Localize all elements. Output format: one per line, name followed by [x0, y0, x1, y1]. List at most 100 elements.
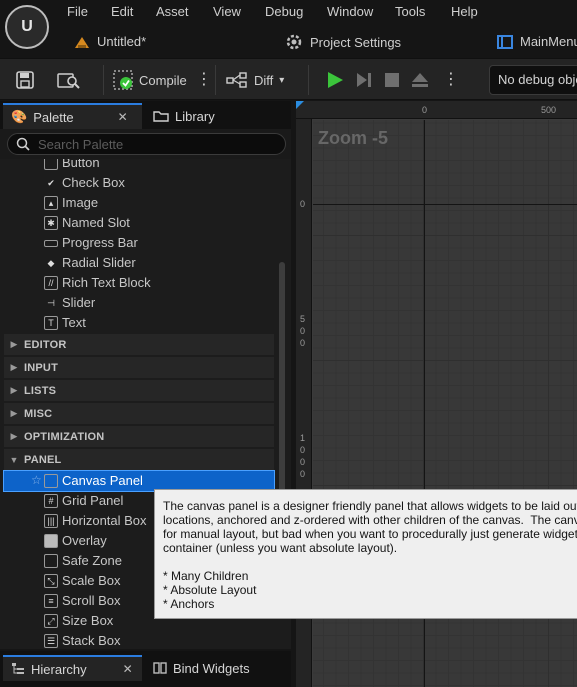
- ruler-tick-label: 0: [300, 199, 306, 209]
- compile-button[interactable]: Compile: [113, 65, 187, 95]
- diff-button[interactable]: Diff ▾: [226, 65, 284, 95]
- menu-view[interactable]: View: [213, 4, 241, 19]
- chevron-right-icon: ▶: [10, 339, 18, 349]
- ruler-tick-label: 0: [422, 105, 428, 115]
- menu-help[interactable]: Help: [451, 4, 478, 19]
- tab-project-settings[interactable]: Project Settings: [285, 34, 401, 50]
- grid-panel-icon: #: [44, 494, 58, 508]
- palette-item-stack-box[interactable]: ☰ Stack Box: [0, 631, 275, 649]
- eject-button[interactable]: [411, 65, 429, 95]
- ruler-tick-label: 0: [300, 445, 306, 455]
- palette-item-button[interactable]: Button: [0, 159, 275, 173]
- category-panel[interactable]: ▼ PANEL: [4, 449, 274, 470]
- ruler-tick-label: 0: [300, 469, 306, 479]
- stop-icon: [385, 73, 399, 87]
- image-icon: ▴: [44, 196, 58, 210]
- palette-item-label: Grid Panel: [62, 493, 124, 508]
- menu-asset[interactable]: Asset: [156, 4, 189, 19]
- scroll-box-icon: ≡: [44, 594, 58, 608]
- horizontal-box-icon: |||: [44, 514, 58, 528]
- palette-item-progress-bar[interactable]: Progress Bar: [0, 233, 275, 253]
- ruler-top: 0 500: [296, 101, 577, 119]
- category-label: PANEL: [24, 453, 62, 466]
- palette-item-slider[interactable]: ⊣ Slider: [0, 293, 275, 313]
- palette-item-label: Progress Bar: [62, 235, 138, 250]
- palette-item-label: Rich Text Block: [62, 275, 151, 290]
- compile-success-icon: [113, 70, 133, 90]
- tab-library-label: Library: [175, 108, 215, 124]
- palette-item-label: Scroll Box: [62, 593, 121, 608]
- tab-project-settings-label: Project Settings: [310, 34, 402, 50]
- palette-item-rich-text-block[interactable]: // Rich Text Block: [0, 273, 275, 293]
- button-icon: [44, 159, 58, 170]
- debug-object-dropdown[interactable]: No debug object selected: [489, 65, 577, 95]
- palette-item-label: Canvas Panel: [62, 473, 143, 488]
- menu-file[interactable]: File: [67, 4, 88, 19]
- palette-tabbar: 🎨 Palette ✕ Library: [0, 101, 291, 129]
- category-editor[interactable]: ▶ EDITOR: [4, 334, 274, 355]
- close-icon[interactable]: ✕: [118, 110, 128, 124]
- more-vertical-icon: ⋮: [443, 71, 459, 88]
- compile-options-button[interactable]: ⋮: [196, 65, 212, 95]
- palette-item-label: Scale Box: [62, 573, 121, 588]
- ruler-tick-label: 0: [300, 326, 306, 336]
- progress-bar-icon: [44, 240, 58, 247]
- ruler-tick-label: 0: [300, 457, 306, 467]
- stop-button[interactable]: [384, 65, 400, 95]
- toolbar: Compile ⋮ Diff ▾ ⋮ No debug object selec…: [0, 58, 577, 100]
- browse-button[interactable]: [57, 65, 81, 95]
- category-misc[interactable]: ▶ MISC: [4, 403, 274, 424]
- ruler-corner: [296, 101, 304, 109]
- category-lists[interactable]: ▶ LISTS: [4, 380, 274, 401]
- palette-item-image[interactable]: ▴ Image: [0, 193, 275, 213]
- menu-tools[interactable]: Tools: [395, 4, 425, 19]
- play-button[interactable]: [325, 65, 345, 95]
- safe-zone-icon: [44, 554, 58, 568]
- search-input[interactable]: Search Palette: [7, 133, 286, 155]
- palette-item-check-box[interactable]: ✔ Check Box: [0, 173, 275, 193]
- chevron-right-icon: ▶: [10, 431, 18, 441]
- palette-item-named-slot[interactable]: ✱ Named Slot: [0, 213, 275, 233]
- palette-item-label: Stack Box: [62, 633, 121, 648]
- search-placeholder: Search Palette: [38, 136, 124, 152]
- palette-item-label: Size Box: [62, 613, 114, 628]
- tab-palette[interactable]: 🎨 Palette ✕: [3, 103, 142, 129]
- menu-debug[interactable]: Debug: [265, 4, 303, 19]
- menu-window[interactable]: Window: [327, 4, 373, 19]
- origin-axis-horizontal: [313, 204, 577, 205]
- tab-main-menu-label: MainMenu: [520, 34, 577, 49]
- close-icon[interactable]: ✕: [123, 662, 133, 676]
- hierarchy-tabbar: Hierarchy ✕ Bind Widgets: [0, 651, 291, 687]
- diff-label: Diff: [254, 72, 274, 88]
- tab-bind-widgets[interactable]: Bind Widgets: [145, 655, 258, 681]
- tab-library[interactable]: Library: [145, 103, 223, 129]
- gear-icon: [286, 34, 302, 50]
- palette-item-text[interactable]: T Text: [0, 313, 275, 333]
- category-input[interactable]: ▶ INPUT: [4, 357, 274, 378]
- tab-hierarchy[interactable]: Hierarchy ✕: [3, 655, 142, 681]
- tab-main-menu[interactable]: MainMenu: [497, 34, 577, 49]
- overlay-icon: [44, 534, 58, 548]
- step-button[interactable]: [355, 65, 373, 95]
- category-label: LISTS: [24, 384, 57, 397]
- menu-edit[interactable]: Edit: [111, 4, 133, 19]
- text-icon: T: [44, 316, 58, 330]
- palette-icon: 🎨: [11, 109, 28, 124]
- step-icon: [357, 73, 371, 87]
- save-button[interactable]: [16, 65, 34, 95]
- canvas-panel-tooltip: The canvas panel is a designer friendly …: [154, 489, 577, 619]
- unreal-logo-icon[interactable]: U: [5, 5, 49, 49]
- palette-item-canvas-panel[interactable]: ☆ Canvas Panel: [3, 470, 275, 492]
- compile-label: Compile: [139, 72, 187, 88]
- palette-item-radial-slider[interactable]: ◆ Radial Slider: [0, 253, 275, 273]
- play-options-button[interactable]: ⋮: [443, 65, 459, 95]
- size-box-icon: ⤢: [44, 614, 58, 628]
- tab-untitled-label: Untitled*: [97, 34, 147, 49]
- tab-untitled[interactable]: Untitled*: [74, 34, 146, 49]
- palette-item-label: Slider: [62, 295, 96, 310]
- eject-icon: [412, 73, 428, 87]
- favorite-star-icon[interactable]: ☆: [31, 473, 42, 487]
- category-optimization[interactable]: ▶ OPTIMIZATION: [4, 426, 274, 447]
- palette-item-label: Horizontal Box: [62, 513, 147, 528]
- toolbar-separator: [215, 65, 216, 95]
